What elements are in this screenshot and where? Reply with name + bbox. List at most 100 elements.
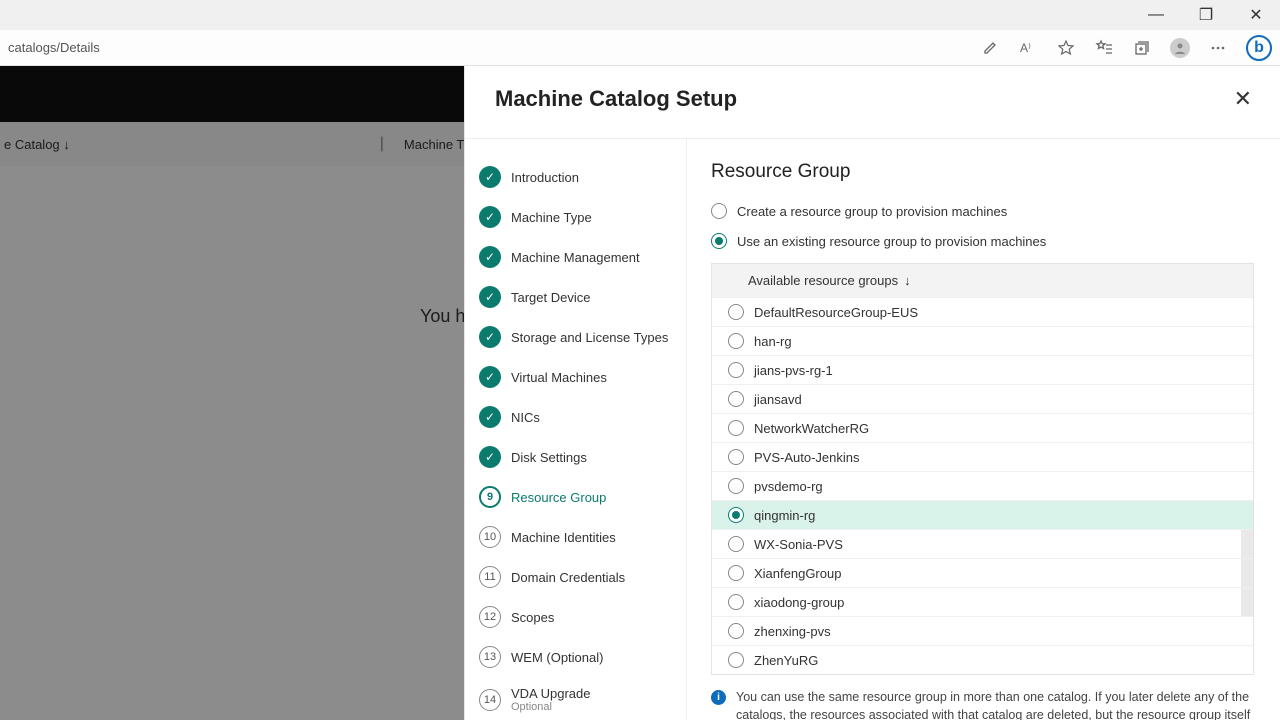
resource-group-name: PVS-Auto-Jenkins <box>754 450 860 465</box>
step-number-badge: 9 <box>479 486 501 508</box>
resource-group-row[interactable]: DefaultResourceGroup-EUS <box>712 297 1253 326</box>
collections-icon[interactable] <box>1132 38 1152 58</box>
read-aloud-icon[interactable]: A⁾ <box>1018 38 1038 58</box>
favorite-star-icon[interactable] <box>1056 38 1076 58</box>
wizard-step-vda-upgrade[interactable]: 14 VDA UpgradeOptional <box>475 677 676 720</box>
resource-group-row[interactable]: xiaodong-group <box>712 587 1253 616</box>
profile-avatar-icon[interactable] <box>1170 38 1190 58</box>
wizard-content: Resource Group Create a resource group t… <box>687 139 1280 720</box>
resource-group-name: DefaultResourceGroup-EUS <box>754 305 918 320</box>
resource-group-row[interactable]: XianfengGroup <box>712 558 1253 587</box>
svg-text:A⁾: A⁾ <box>1020 41 1031 55</box>
modal-close-button[interactable]: ✕ <box>1234 86 1252 112</box>
step-check-icon: ✓ <box>479 406 501 428</box>
step-number-badge: 10 <box>479 526 501 548</box>
favorites-list-icon[interactable] <box>1094 38 1114 58</box>
window-titlebar: — ❐ ✕ <box>0 0 1280 30</box>
step-check-icon: ✓ <box>479 366 501 388</box>
info-icon: i <box>711 690 726 705</box>
resource-group-name: XianfengGroup <box>754 566 841 581</box>
modal-header: Machine Catalog Setup ✕ <box>465 66 1280 138</box>
wizard-step-machine-identities[interactable]: 10Machine Identities <box>475 517 676 557</box>
resource-group-name: han-rg <box>754 334 792 349</box>
radio-icon <box>728 478 744 494</box>
resource-group-row[interactable]: jiansavd <box>712 384 1253 413</box>
wizard-step-machine-management[interactable]: ✓ Machine Management <box>475 237 676 277</box>
sort-arrow-icon: ↓ <box>904 273 911 288</box>
step-check-icon: ✓ <box>479 166 501 188</box>
radio-icon <box>711 203 727 219</box>
step-number-badge: 11 <box>479 566 501 588</box>
resource-group-table-header[interactable]: Available resource groups ↓ <box>712 264 1253 297</box>
info-note: i You can use the same resource group in… <box>711 689 1254 720</box>
wizard-step-introduction[interactable]: ✓ Introduction <box>475 157 676 197</box>
resource-group-name: NetworkWatcherRG <box>754 421 869 436</box>
resource-group-row[interactable]: qingmin-rg <box>712 500 1253 529</box>
bing-chat-icon[interactable]: b <box>1246 35 1272 61</box>
radio-icon <box>728 623 744 639</box>
step-check-icon: ✓ <box>479 246 501 268</box>
resource-group-row[interactable]: jians-pvs-rg-1 <box>712 355 1253 384</box>
resource-group-row[interactable]: han-rg <box>712 326 1253 355</box>
step-label: Domain Credentials <box>511 570 625 585</box>
resource-group-name: pvsdemo-rg <box>754 479 823 494</box>
radio-icon <box>728 333 744 349</box>
resource-group-row[interactable]: WX-Sonia-PVS <box>712 529 1253 558</box>
wizard-step-machine-type[interactable]: ✓ Machine Type <box>475 197 676 237</box>
radio-icon <box>728 594 744 610</box>
wizard-step-nics[interactable]: ✓ NICs <box>475 397 676 437</box>
resource-group-name: ZhenYuRG <box>754 653 818 668</box>
info-text: You can use the same resource group in m… <box>736 689 1254 720</box>
window-minimize-button[interactable]: — <box>1140 3 1172 27</box>
resource-group-name: zhenxing-pvs <box>754 624 831 639</box>
resource-group-name: xiaodong-group <box>754 595 844 610</box>
step-number-badge: 12 <box>479 606 501 628</box>
radio-icon <box>728 507 744 523</box>
wizard-step-target-device[interactable]: ✓Target Device <box>475 277 676 317</box>
wizard-sidebar: ✓ Introduction ✓ Machine Type ✓ Machine Manag… <box>465 139 687 720</box>
step-label: Virtual Machines <box>511 370 607 385</box>
step-label: Target Device <box>511 290 590 305</box>
window-close-button[interactable]: ✕ <box>1240 3 1272 27</box>
resource-group-row[interactable]: NetworkWatcherRG <box>712 413 1253 442</box>
step-label: NICs <box>511 410 540 425</box>
step-label: Resource Group <box>511 490 606 505</box>
step-check-icon: ✓ <box>479 206 501 228</box>
url-fragment: catalogs/Details <box>8 40 100 55</box>
notes-icon[interactable] <box>980 38 1000 58</box>
option-create-resource-group[interactable]: Create a resource group to provision mac… <box>711 203 1254 219</box>
step-label: Machine Management <box>511 250 640 265</box>
radio-icon <box>728 652 744 668</box>
step-label: Disk Settings <box>511 450 587 465</box>
resource-group-row[interactable]: zhenxing-pvs <box>712 616 1253 645</box>
more-icon[interactable] <box>1208 38 1228 58</box>
resource-group-name: jians-pvs-rg-1 <box>754 363 833 378</box>
content-heading: Resource Group <box>711 161 1254 183</box>
wizard-step-disk-settings[interactable]: ✓Disk Settings <box>475 437 676 477</box>
step-label: Introduction <box>511 170 579 185</box>
wizard-step-scopes[interactable]: 12Scopes <box>475 597 676 637</box>
wizard-step-resource-group[interactable]: 9 Resource Group <box>475 477 676 517</box>
wizard-step-storage-and-license-types[interactable]: ✓Storage and License Types <box>475 317 676 357</box>
wizard-step-domain-credentials[interactable]: 11 Domain Credentials <box>475 557 676 597</box>
radio-icon <box>728 420 744 436</box>
option-create-label: Create a resource group to provision mac… <box>737 204 1007 219</box>
wizard-step-wem-optional-[interactable]: 13WEM (Optional) <box>475 637 676 677</box>
resource-group-row[interactable]: ZhenYuRG <box>712 645 1253 674</box>
step-label: Machine Type <box>511 210 592 225</box>
wizard-step-virtual-machines[interactable]: ✓ Virtual Machines <box>475 357 676 397</box>
radio-icon <box>728 565 744 581</box>
restore-icon: ❐ <box>1199 5 1213 25</box>
resource-group-name: WX-Sonia-PVS <box>754 537 843 552</box>
window-restore-button[interactable]: ❐ <box>1190 3 1222 27</box>
option-use-existing-resource-group[interactable]: Use an existing resource group to provis… <box>711 233 1254 249</box>
radio-icon <box>728 362 744 378</box>
resource-group-row[interactable]: PVS-Auto-Jenkins <box>712 442 1253 471</box>
step-label: WEM (Optional) <box>511 650 603 665</box>
resource-group-row[interactable]: pvsdemo-rg <box>712 471 1253 500</box>
modal-title: Machine Catalog Setup <box>495 86 737 112</box>
resource-group-table: Available resource groups ↓ DefaultResou… <box>711 263 1254 675</box>
step-check-icon: ✓ <box>479 326 501 348</box>
step-number-badge: 14 <box>479 689 501 711</box>
step-label: VDA UpgradeOptional <box>511 686 591 713</box>
